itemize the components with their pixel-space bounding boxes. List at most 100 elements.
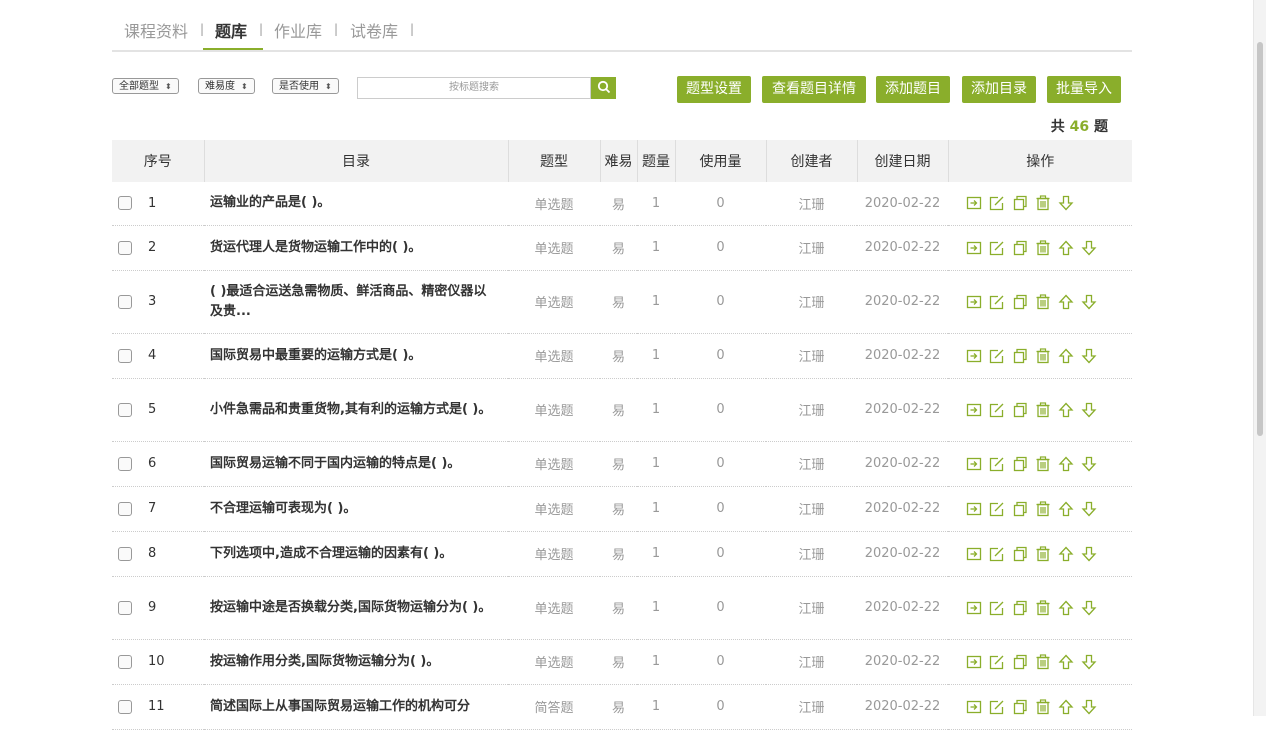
move-down-icon[interactable]: [1081, 654, 1097, 670]
delete-icon[interactable]: [1035, 500, 1051, 517]
row-checkbox[interactable]: [118, 600, 132, 615]
scrollbar[interactable]: [1253, 0, 1266, 716]
move-icon[interactable]: [966, 654, 982, 670]
question-title[interactable]: 下列选项中,造成不合理运输的因素有( )。: [204, 531, 508, 577]
delete-icon[interactable]: [1035, 698, 1051, 715]
add-question-button[interactable]: 添加题目: [876, 76, 950, 103]
tab-homework-bank[interactable]: 作业库: [274, 18, 322, 42]
move-down-icon[interactable]: [1081, 348, 1097, 364]
delete-icon[interactable]: [1035, 599, 1051, 616]
move-down-icon[interactable]: [1081, 699, 1097, 715]
scrollbar-thumb[interactable]: [1257, 42, 1263, 436]
table-row[interactable]: 11 简述国际上从事国际贸易运输工作的机构可分 简答题易 1 0 江珊 2020-02-22: [112, 684, 1132, 730]
row-checkbox[interactable]: [118, 456, 132, 471]
row-checkbox[interactable]: [118, 348, 132, 363]
row-checkbox[interactable]: [118, 294, 132, 309]
question-title[interactable]: 小件急需品和贵重货物,其有利的运输方式是( )。: [204, 378, 508, 442]
type-settings-button[interactable]: 题型设置: [677, 76, 751, 103]
question-title[interactable]: ( )最适合运送急需物质、鲜活商品、精密仪器以及贵...: [204, 270, 508, 334]
move-up-icon[interactable]: [1058, 654, 1074, 670]
edit-icon[interactable]: [989, 456, 1005, 472]
delete-icon[interactable]: [1035, 347, 1051, 364]
edit-icon[interactable]: [989, 294, 1005, 310]
edit-icon[interactable]: [989, 600, 1005, 616]
move-down-icon[interactable]: [1081, 402, 1097, 418]
row-checkbox[interactable]: [118, 699, 132, 714]
row-checkbox[interactable]: [118, 654, 132, 669]
copy-icon[interactable]: [1012, 654, 1028, 670]
copy-icon[interactable]: [1012, 501, 1028, 517]
table-row[interactable]: 5 小件急需品和贵重货物,其有利的运输方式是( )。 单选题易 1 0 江珊 2020-02…: [112, 378, 1132, 442]
move-icon[interactable]: [966, 195, 982, 211]
move-icon[interactable]: [966, 546, 982, 562]
edit-icon[interactable]: [989, 240, 1005, 256]
delete-icon[interactable]: [1035, 401, 1051, 418]
tab-question-bank[interactable]: 题库: [215, 18, 247, 42]
move-up-icon[interactable]: [1058, 546, 1074, 562]
add-directory-button[interactable]: 添加目录: [962, 76, 1036, 103]
copy-icon[interactable]: [1012, 294, 1028, 310]
question-title[interactable]: 货运代理人是货物运输工作中的( )。: [204, 225, 508, 271]
table-row[interactable]: 3 ( )最适合运送急需物质、鲜活商品、精密仪器以及贵... 单选题易 1 0 江珊 202…: [112, 270, 1132, 334]
question-title[interactable]: 不合理运输可表现为( )。: [204, 486, 508, 532]
copy-icon[interactable]: [1012, 699, 1028, 715]
move-up-icon[interactable]: [1058, 501, 1074, 517]
batch-import-button[interactable]: 批量导入: [1047, 76, 1121, 103]
delete-icon[interactable]: [1035, 293, 1051, 310]
move-icon[interactable]: [966, 240, 982, 256]
move-icon[interactable]: [966, 348, 982, 364]
move-icon[interactable]: [966, 402, 982, 418]
move-down-icon[interactable]: [1081, 501, 1097, 517]
move-up-icon[interactable]: [1058, 402, 1074, 418]
row-checkbox[interactable]: [118, 546, 132, 561]
table-row[interactable]: 10 按运输作用分类,国际货物运输分为( )。 单选题易 1 0 江珊 2020-02-22: [112, 639, 1132, 685]
move-down-icon[interactable]: [1081, 294, 1097, 310]
delete-icon[interactable]: [1035, 545, 1051, 562]
question-title[interactable]: 运输业的产品是( )。: [204, 182, 508, 226]
delete-icon[interactable]: [1035, 653, 1051, 670]
table-row[interactable]: 2 货运代理人是货物运输工作中的( )。 单选题易 1 0 江珊 2020-02-22: [112, 225, 1132, 271]
delete-icon[interactable]: [1035, 239, 1051, 256]
copy-icon[interactable]: [1012, 240, 1028, 256]
question-title[interactable]: 按运输作用分类,国际货物运输分为( )。: [204, 639, 508, 685]
move-down-icon[interactable]: [1081, 456, 1097, 472]
edit-icon[interactable]: [989, 699, 1005, 715]
question-title[interactable]: 国际贸易中最重要的运输方式是( )。: [204, 333, 508, 379]
copy-icon[interactable]: [1012, 195, 1028, 211]
delete-icon[interactable]: [1035, 195, 1051, 211]
edit-icon[interactable]: [989, 501, 1005, 517]
move-icon[interactable]: [966, 456, 982, 472]
search-input[interactable]: 按标题搜索: [357, 77, 591, 99]
move-up-icon[interactable]: [1058, 456, 1074, 472]
move-down-icon[interactable]: [1081, 240, 1097, 256]
table-row[interactable]: 8 下列选项中,造成不合理运输的因素有( )。 单选题易 1 0 江珊 2020-02-22: [112, 531, 1132, 577]
move-icon[interactable]: [966, 699, 982, 715]
table-row[interactable]: 4 国际贸易中最重要的运输方式是( )。 单选题易 1 0 江珊 2020-02-22: [112, 333, 1132, 379]
question-title[interactable]: 按运输中途是否换载分类,国际货物运输分为( )。: [204, 576, 508, 640]
copy-icon[interactable]: [1012, 456, 1028, 472]
move-up-icon[interactable]: [1058, 600, 1074, 616]
edit-icon[interactable]: [989, 402, 1005, 418]
move-icon[interactable]: [966, 294, 982, 310]
edit-icon[interactable]: [989, 348, 1005, 364]
move-up-icon[interactable]: [1058, 699, 1074, 715]
table-row[interactable]: 1 运输业的产品是( )。 单选题易 1 0 江珊 2020-02-22: [112, 182, 1132, 226]
move-down-icon[interactable]: [1081, 600, 1097, 616]
copy-icon[interactable]: [1012, 546, 1028, 562]
table-row[interactable]: 6 国际贸易运输不同于国内运输的特点是( )。 单选题易 1 0 江珊 2020-02-22: [112, 441, 1132, 487]
question-title[interactable]: 国际贸易运输不同于国内运输的特点是( )。: [204, 441, 508, 487]
search-button[interactable]: [591, 77, 616, 99]
table-row[interactable]: 9 按运输中途是否换载分类,国际货物运输分为( )。 单选题易 1 0 江珊 2020-02…: [112, 576, 1132, 640]
move-up-icon[interactable]: [1058, 240, 1074, 256]
copy-icon[interactable]: [1012, 402, 1028, 418]
question-title[interactable]: 简述国际上从事国际贸易运输工作的机构可分: [204, 684, 508, 730]
row-checkbox[interactable]: [118, 501, 132, 516]
move-down-icon[interactable]: [1081, 546, 1097, 562]
question-type-select[interactable]: 全部题型 ⬍: [112, 78, 179, 94]
move-up-icon[interactable]: [1058, 294, 1074, 310]
edit-icon[interactable]: [989, 654, 1005, 670]
move-icon[interactable]: [966, 600, 982, 616]
move-icon[interactable]: [966, 501, 982, 517]
usage-select[interactable]: 是否使用 ⬍: [272, 78, 339, 94]
table-row[interactable]: 7 不合理运输可表现为( )。 单选题易 1 0 江珊 2020-02-22: [112, 486, 1132, 532]
